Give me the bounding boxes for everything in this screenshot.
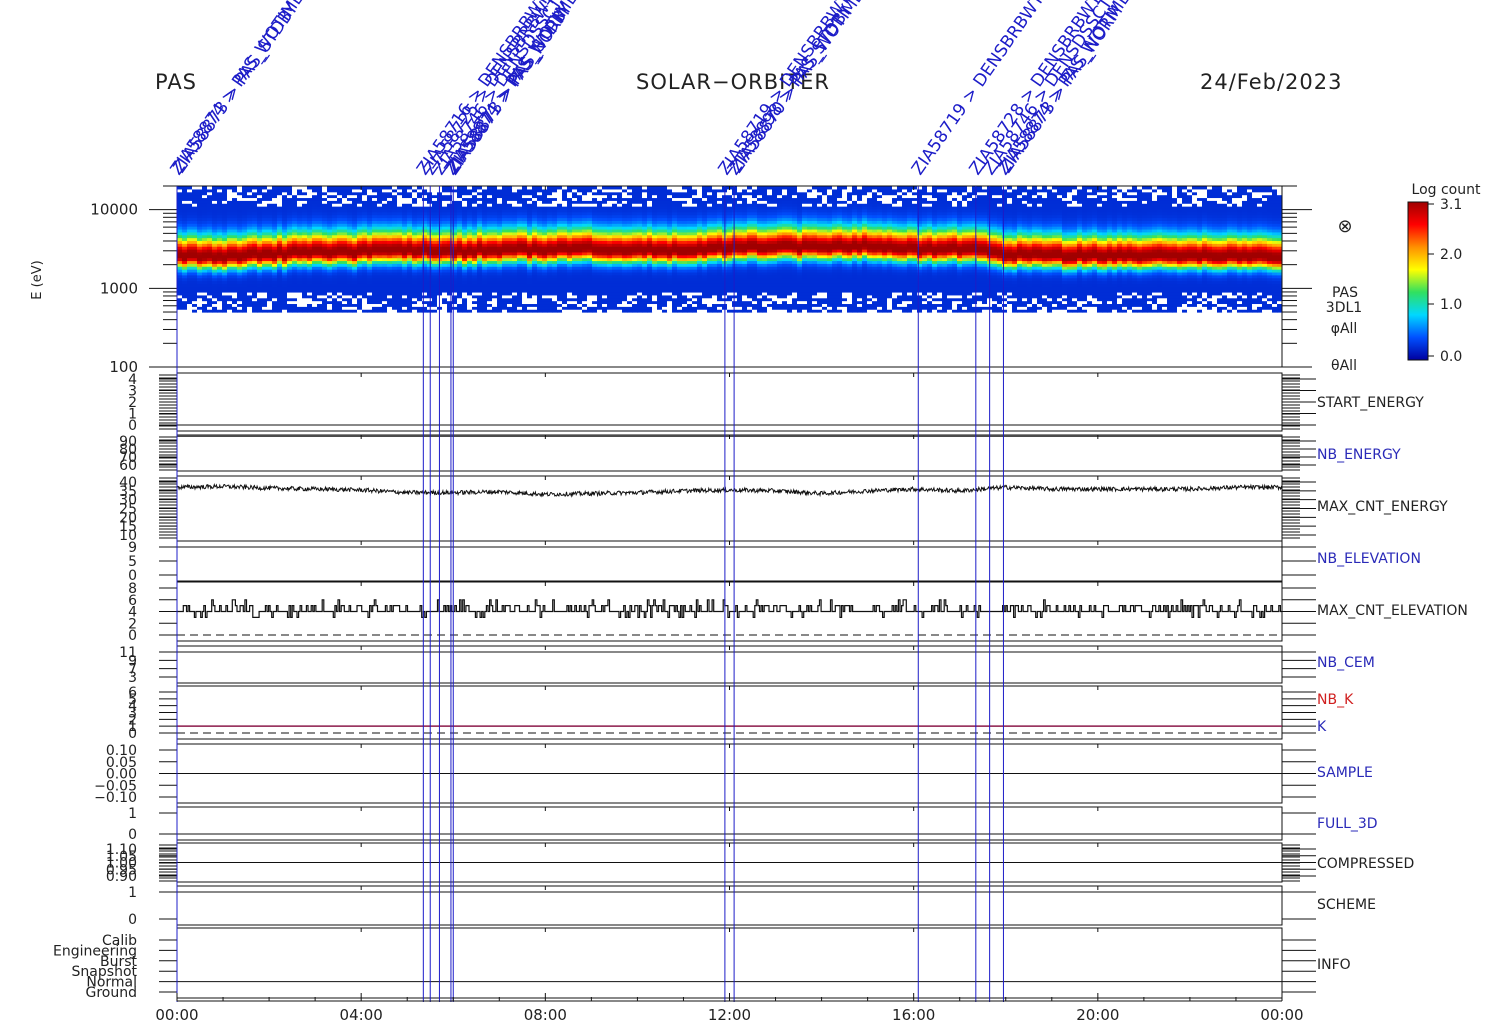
parameter-panels: 43210START_ENERGY90807060NB_ENERGY403530… <box>53 372 1468 1001</box>
panel-tick-label: 3 <box>128 670 137 686</box>
panel-tick-label: −0.10 <box>94 790 137 806</box>
panel-nb-elevation: 950NB_ELEVATION <box>128 540 1421 584</box>
panel-tick-label: 0.90 <box>106 869 137 885</box>
panel-tick-label: 0 <box>128 628 137 644</box>
panel-label: COMPRESSED <box>1317 856 1414 872</box>
spectrogram-ylabel: E (eV) <box>30 260 45 299</box>
panel-series-line <box>176 482 1283 498</box>
panel-nb-cem: 11973NB_CEM <box>119 645 1375 686</box>
panel-frame <box>176 806 1283 841</box>
panel-label: SCHEME <box>1317 897 1376 913</box>
panel-label: NB_ENERGY <box>1317 447 1401 463</box>
panel-tick-label: 60 <box>119 458 137 474</box>
colorbar-tick-label: 0.0 <box>1440 349 1462 365</box>
colorbar-image <box>1407 201 1429 361</box>
panel-label: INFO <box>1317 957 1351 973</box>
summary-plot: 100001000100E (eV)⊗PAS3DL1φAllθAll 43210… <box>30 0 1481 1020</box>
panel-label: SAMPLE <box>1317 765 1373 781</box>
panel-nb-energy: 90807060NB_ENERGY <box>119 434 1401 474</box>
colorbar-tick-label: 1.0 <box>1440 297 1462 313</box>
panel-sample: 0.100.050.00−0.05−0.10SAMPLE <box>94 743 1373 806</box>
spectrogram-label: φAll <box>1331 321 1358 337</box>
spectrogram-label: 3DL1 <box>1326 300 1362 316</box>
panel-frame <box>176 685 1283 740</box>
panel-frame <box>176 475 1283 542</box>
panel-start-energy: 43210START_ENERGY <box>128 372 1424 434</box>
panel-tick-label: 0 <box>128 827 137 843</box>
panel-tick-label: 0 <box>128 726 137 742</box>
marker-label: ZIA58870 > PAS_WOTIME <box>727 0 869 177</box>
spectrogram-tick-label: 1000 <box>100 279 138 297</box>
spectrogram-tick-label: 10000 <box>90 201 138 219</box>
panel-label: NB_CEM <box>1317 655 1375 671</box>
panel-label: START_ENERGY <box>1317 395 1424 411</box>
panel-frame <box>176 927 1283 999</box>
panel-label: FULL_3D <box>1317 816 1378 832</box>
time-tick-label: 08:00 <box>524 1006 567 1020</box>
time-tick-label: 00:00 <box>1260 1006 1303 1020</box>
panel-nb-k: 6543210NB_KK <box>128 685 1354 742</box>
panel-label: NB_K <box>1317 692 1354 708</box>
panel-max-cnt-elevation: 86420MAX_CNT_ELEVATION <box>128 581 1468 644</box>
panel-tick-label: 1 <box>128 885 137 901</box>
colorbar: Log count3.1 2.0 1.0 0.0 <box>1407 182 1481 365</box>
spectrogram-label: PAS <box>1332 285 1358 301</box>
panel-tick-label: 0 <box>128 418 137 434</box>
time-tick-label: 16:00 <box>892 1006 935 1020</box>
panel-label-secondary: K <box>1317 719 1327 735</box>
time-tick-label: 04:00 <box>340 1006 383 1020</box>
panel-frame <box>176 372 1283 432</box>
panel-series-steps <box>177 599 1282 618</box>
energy-spectrogram: 100001000100E (eV)⊗PAS3DL1φAllθAll <box>30 185 1362 376</box>
colorbar-title: Log count <box>1412 182 1481 198</box>
event-markers: ZIA58874 > PAS_WOTIMEZIA58873 > PAS_STDB… <box>167 0 1135 1002</box>
panel-label: MAX_CNT_ENERGY <box>1317 499 1448 515</box>
marker-label: ZIA58873 > PAS_STDBY <box>170 0 303 177</box>
panel-full-3d: 1 0 FULL_3D <box>128 806 1378 843</box>
time-tick-label: 00:00 <box>155 1006 198 1020</box>
panel-tick-label: Ground <box>86 985 138 1001</box>
colorbar-tick-label: 3.1 <box>1440 197 1462 213</box>
spectrogram-image <box>177 186 1282 313</box>
panel-compressed: 1.101.051.000.950.90COMPRESSED <box>106 842 1414 885</box>
time-tick-label: 12:00 <box>708 1006 751 1020</box>
time-tick-label: 20:00 <box>1076 1006 1119 1020</box>
panel-frame <box>176 434 1283 472</box>
panel-tick-label: 0 <box>128 912 137 928</box>
spectrogram-label: θAll <box>1331 358 1357 374</box>
panel-info: CalibEngineeringBurstSnapshotNormalGroun… <box>53 927 1351 1001</box>
panel-max-cnt-energy: 40353025201510MAX_CNT_ENERGY <box>119 475 1448 544</box>
panel-label: MAX_CNT_ELEVATION <box>1317 603 1468 619</box>
colorbar-tick-label: 2.0 <box>1440 247 1462 263</box>
panel-scheme: 1 0 SCHEME <box>128 885 1376 928</box>
panel-label: NB_ELEVATION <box>1317 551 1421 567</box>
spectrogram-symbol: ⊗ <box>1337 216 1352 237</box>
panel-tick-label: 1 <box>128 806 137 822</box>
